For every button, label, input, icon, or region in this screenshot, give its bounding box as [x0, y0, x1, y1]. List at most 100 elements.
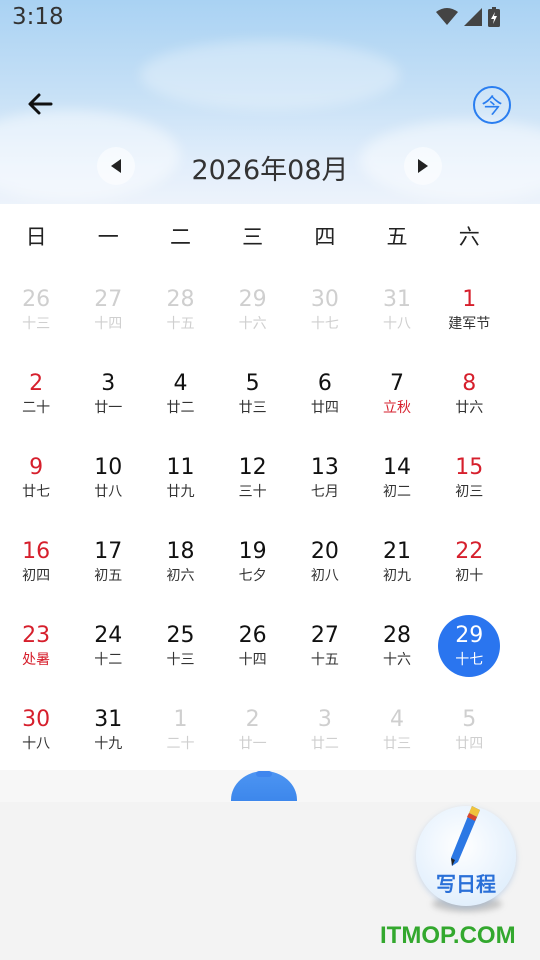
- day-number: 23: [22, 623, 51, 648]
- day-cell[interactable]: 26 十四: [217, 604, 289, 688]
- lunar-date: 十五: [166, 316, 195, 332]
- status-time: 3:18: [12, 4, 64, 30]
- weekday-label: 四: [314, 225, 336, 249]
- day-number: 1: [173, 707, 188, 732]
- back-button[interactable]: [22, 86, 58, 122]
- day-cell[interactable]: 11 廿九: [144, 436, 216, 520]
- weekday-label: 五: [386, 225, 408, 249]
- day-cell[interactable]: 14 初二: [361, 436, 433, 520]
- day-number: 20: [310, 539, 339, 564]
- lunar-date: 七夕: [238, 568, 267, 584]
- days-grid: 26 十三 27 十四 28 十五 29 十六 30 十七 31 十八 1 建军节 2 二十 3 廿一 4 廿二 5 廿三…: [0, 268, 540, 772]
- calendar-app: 3:18 今 2026年08月 日 一 二 三 四 五 六 26 十三 27 十四 28…: [0, 0, 540, 960]
- day-cell[interactable]: 28 十五: [144, 268, 216, 352]
- day-cell[interactable]: 31 十八: [361, 268, 433, 352]
- panel-drag-handle[interactable]: [231, 771, 297, 801]
- day-number: 26: [22, 287, 51, 312]
- day-number: 30: [310, 287, 339, 312]
- day-cell[interactable]: 10 廿八: [72, 436, 144, 520]
- day-cell[interactable]: 2 廿一: [217, 688, 289, 772]
- lunar-date: 廿二: [310, 736, 339, 752]
- day-number: 5: [462, 707, 477, 732]
- lunar-date: 廿三: [383, 736, 412, 752]
- day-cell[interactable]: 5 廿三: [217, 352, 289, 436]
- lunar-date: 廿一: [94, 400, 123, 416]
- lunar-date: 廿四: [310, 400, 339, 416]
- day-number: 18: [166, 539, 195, 564]
- day-number: 30: [22, 707, 51, 732]
- day-cell[interactable]: 9 廿七: [0, 436, 72, 520]
- day-number: 7: [390, 371, 405, 396]
- watermark: ITMOP.COM: [380, 922, 516, 949]
- day-number: 3: [101, 371, 116, 396]
- day-cell[interactable]: 27 十四: [72, 268, 144, 352]
- lunar-date: 三十: [238, 484, 267, 500]
- next-month-button[interactable]: [404, 147, 442, 185]
- day-number: 16: [22, 539, 51, 564]
- day-cell[interactable]: 23 处暑: [0, 604, 72, 688]
- day-cell[interactable]: 3 廿一: [72, 352, 144, 436]
- day-cell[interactable]: 29 十六: [217, 268, 289, 352]
- month-title[interactable]: 2026年08月: [170, 148, 370, 187]
- day-cell[interactable]: 19 七夕: [217, 520, 289, 604]
- day-cell[interactable]: 30 十八: [0, 688, 72, 772]
- day-cell[interactable]: 22 初十: [433, 520, 505, 604]
- lunar-date: 十二: [94, 652, 123, 668]
- day-cell[interactable]: 18 初六: [144, 520, 216, 604]
- lunar-date: 立秋: [383, 400, 412, 416]
- status-bar: 3:18: [0, 0, 540, 40]
- week-row: 23 处暑 24 十二 25 十三 26 十四 27 十五 28 十六 29 十七: [0, 604, 540, 688]
- day-cell[interactable]: 1 二十: [144, 688, 216, 772]
- day-number: 15: [455, 455, 484, 480]
- day-cell[interactable]: 25 十三: [144, 604, 216, 688]
- day-cell[interactable]: 5 廿四: [433, 688, 505, 772]
- lunar-date: 十六: [238, 316, 267, 332]
- prev-month-button[interactable]: [97, 147, 135, 185]
- lunar-date: 十八: [22, 736, 51, 752]
- lunar-date: 廿一: [238, 736, 267, 752]
- day-number: 22: [455, 539, 484, 564]
- day-cell[interactable]: 21 初九: [361, 520, 433, 604]
- day-cell[interactable]: 1 建军节: [433, 268, 505, 352]
- lunar-date: 十六: [383, 652, 412, 668]
- day-cell[interactable]: 16 初四: [0, 520, 72, 604]
- day-cell[interactable]: 7 立秋: [361, 352, 433, 436]
- day-cell[interactable]: 20 初八: [289, 520, 361, 604]
- day-cell[interactable]: 15 初三: [433, 436, 505, 520]
- day-number: 17: [94, 539, 123, 564]
- lunar-date: 廿八: [94, 484, 123, 500]
- day-cell[interactable]: 27 十五: [289, 604, 361, 688]
- day-cell[interactable]: 4 廿三: [361, 688, 433, 772]
- day-cell[interactable]: 24 十二: [72, 604, 144, 688]
- weekday-label: 六: [458, 225, 480, 249]
- day-cell[interactable]: 8 廿六: [433, 352, 505, 436]
- week-row: 2 二十 3 廿一 4 廿二 5 廿三 6 廿四 7 立秋 8 廿六: [0, 352, 540, 436]
- pen-icon: [451, 806, 480, 866]
- day-cell[interactable]: 28 十六: [361, 604, 433, 688]
- lunar-date: 十八: [383, 316, 412, 332]
- day-number: 2: [29, 371, 44, 396]
- day-number: 14: [383, 455, 412, 480]
- day-cell[interactable]: 2 二十: [0, 352, 72, 436]
- lunar-date: 十三: [22, 316, 51, 332]
- day-cell[interactable]: 17 初五: [72, 520, 144, 604]
- week-row: 9 廿七 10 廿八 11 廿九 12 三十 13 七月 14 初二 15 初三: [0, 436, 540, 520]
- day-cell[interactable]: 30 十七: [289, 268, 361, 352]
- day-cell[interactable]: 31 十九: [72, 688, 144, 772]
- write-schedule-button[interactable]: 写日程: [416, 806, 516, 906]
- day-cell[interactable]: 26 十三: [0, 268, 72, 352]
- today-button[interactable]: 今: [473, 86, 511, 124]
- day-number: 28: [166, 287, 195, 312]
- day-cell[interactable]: 6 廿四: [289, 352, 361, 436]
- day-cell[interactable]: 13 七月: [289, 436, 361, 520]
- day-cell[interactable]: 3 廿二: [289, 688, 361, 772]
- day-cell-selected[interactable]: 29 十七: [433, 604, 505, 688]
- lunar-date: 廿三: [238, 400, 267, 416]
- day-cell[interactable]: 4 廿二: [144, 352, 216, 436]
- week-row: 26 十三 27 十四 28 十五 29 十六 30 十七 31 十八 1 建军节: [0, 268, 540, 352]
- lunar-date: 处暑: [22, 652, 51, 668]
- day-number: 29: [455, 623, 484, 648]
- day-cell[interactable]: 12 三十: [217, 436, 289, 520]
- calendar-grid: 日 一 二 三 四 五 六 26 十三 27 十四 28 十五 29 十六 30 十七 31 十八 1 建…: [0, 204, 540, 770]
- day-number: 21: [383, 539, 412, 564]
